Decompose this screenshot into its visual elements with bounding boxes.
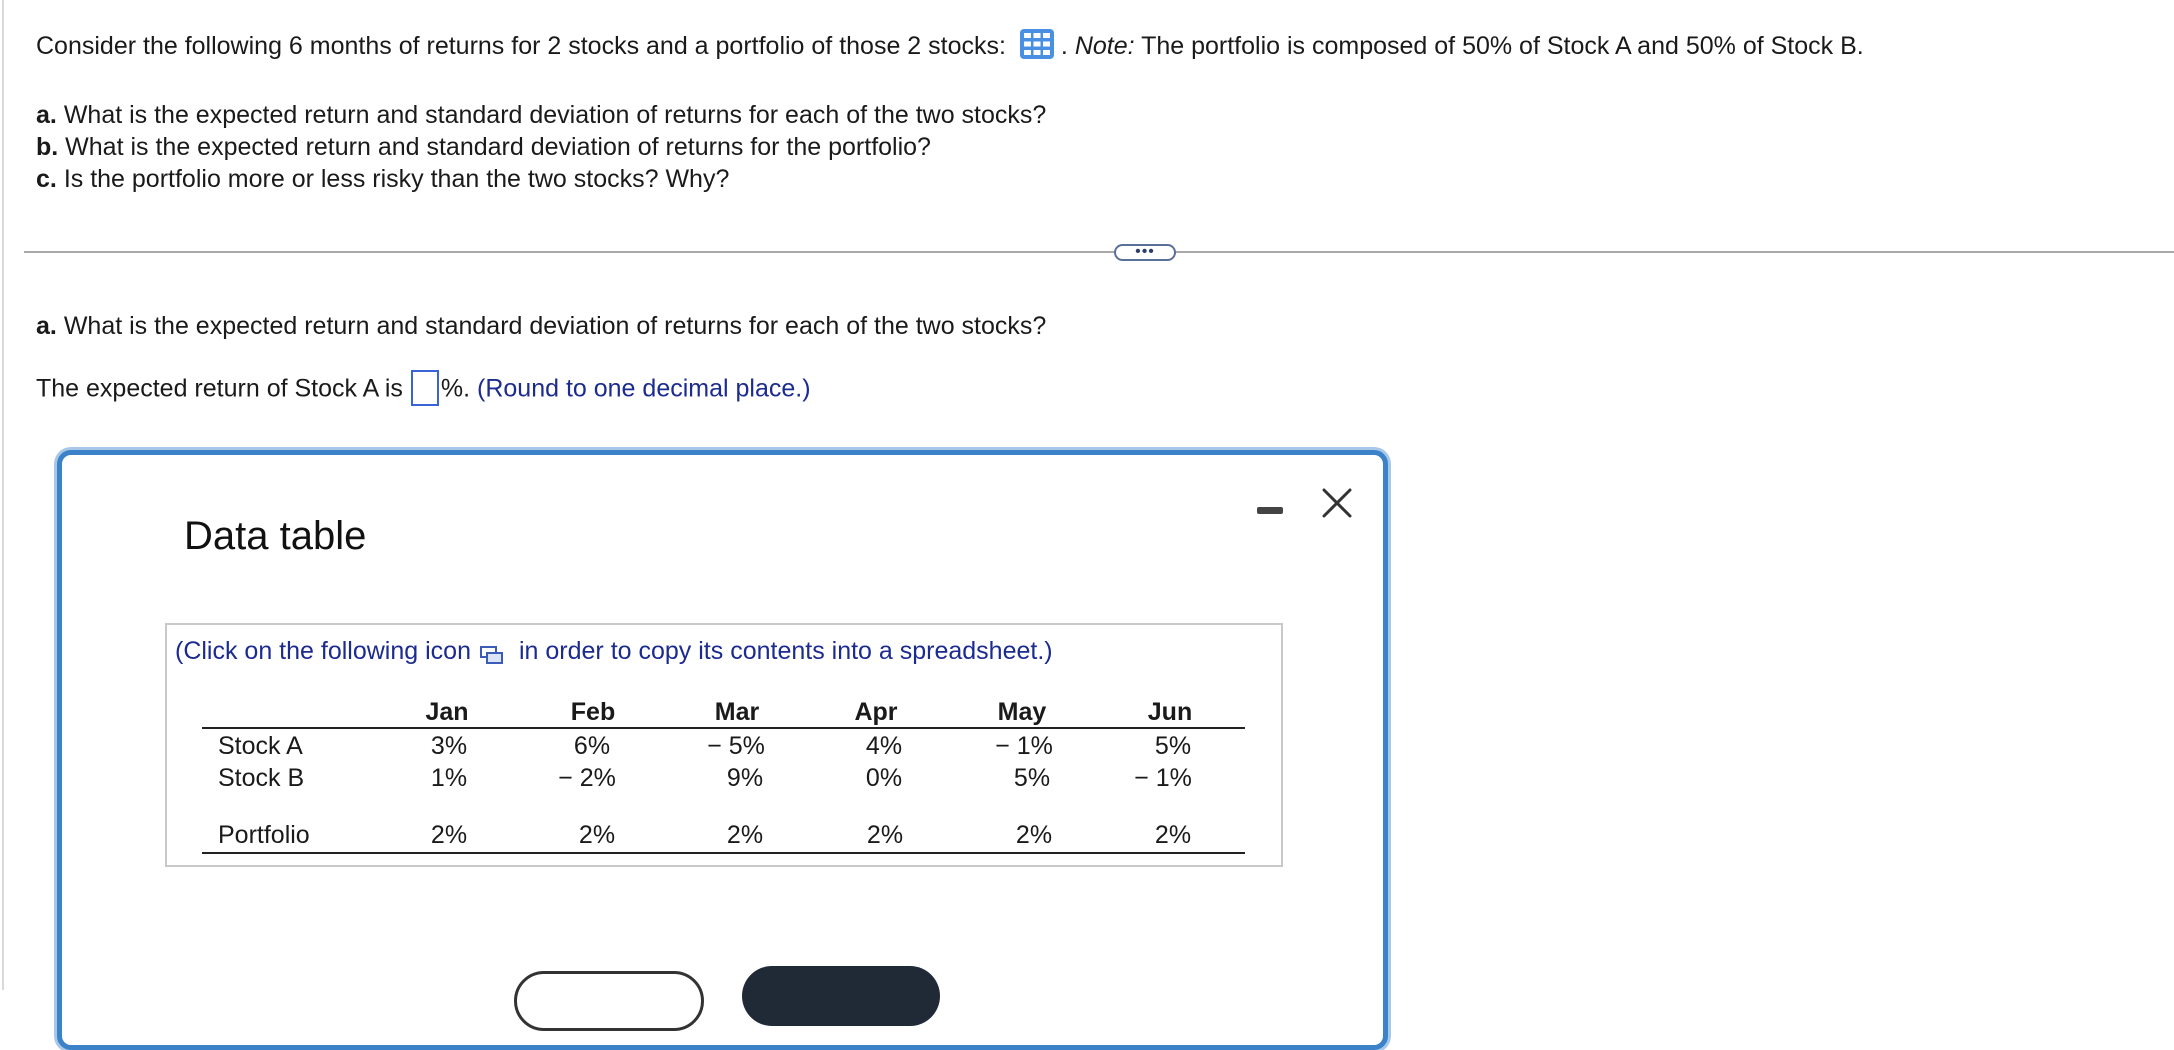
column-header: Mar bbox=[714, 698, 760, 726]
table-cell: − 1% bbox=[995, 732, 1053, 760]
question-c: c. Is the portfolio more or less risky t… bbox=[36, 163, 729, 195]
column-header: Jan bbox=[425, 698, 469, 726]
part-a-heading: a. What is the expected return and stand… bbox=[36, 310, 1046, 342]
problem-intro-line: Consider the following 6 months of retur… bbox=[36, 28, 1864, 63]
done-button[interactable] bbox=[742, 966, 940, 1026]
question-text: What is the expected return and standard… bbox=[65, 133, 931, 161]
question-letter: c. bbox=[36, 165, 57, 193]
expand-more-button[interactable]: ••• bbox=[1114, 244, 1176, 261]
table-cell: 2% bbox=[578, 821, 616, 849]
copy-note-after: in order to copy its contents into a spr… bbox=[518, 637, 1053, 665]
question-text: What is the expected return and standard… bbox=[63, 101, 1047, 129]
table-cell: 5% bbox=[1154, 732, 1192, 760]
close-icon[interactable] bbox=[1321, 487, 1353, 519]
problem-intro: Consider the following 6 months of retur… bbox=[36, 32, 1006, 60]
table-cell: 5% bbox=[1013, 764, 1051, 792]
question-b: b. What is the expected return and stand… bbox=[36, 131, 931, 163]
table-cell: 1% bbox=[430, 764, 468, 792]
expected-return-stock-a-input[interactable] bbox=[410, 370, 439, 406]
table-cell: 2% bbox=[866, 821, 904, 849]
question-letter: b. bbox=[36, 133, 59, 161]
table-cell: 9% bbox=[726, 764, 764, 792]
section-divider bbox=[24, 251, 2174, 253]
table-top-rule bbox=[202, 727, 1245, 729]
data-grid-icon[interactable] bbox=[1019, 28, 1055, 60]
part-letter: a. bbox=[36, 312, 57, 340]
note-text: The portfolio is composed of 50% of Stoc… bbox=[1141, 32, 1864, 60]
question-letter: a. bbox=[36, 101, 57, 129]
table-cell: 2% bbox=[1015, 821, 1053, 849]
print-button[interactable] bbox=[514, 971, 704, 1031]
part-text: What is the expected return and standard… bbox=[63, 312, 1047, 340]
answer-suffix: %. bbox=[440, 374, 471, 403]
table-cell: 6% bbox=[573, 732, 611, 760]
table-cell: 2% bbox=[726, 821, 764, 849]
row-label: Stock B bbox=[218, 764, 305, 792]
table-cell: − 5% bbox=[707, 732, 765, 760]
row-label: Stock A bbox=[218, 732, 303, 760]
table-cell: − 1% bbox=[1134, 764, 1192, 792]
table-cell: − 2% bbox=[558, 764, 616, 792]
column-header: Apr bbox=[854, 698, 898, 726]
table-cell: 2% bbox=[430, 821, 468, 849]
answer-line: The expected return of Stock A is%. (Rou… bbox=[36, 370, 811, 408]
question-text: Is the portfolio more or less risky than… bbox=[63, 165, 730, 193]
question-a: a. What is the expected return and stand… bbox=[36, 99, 1046, 131]
column-header: May bbox=[997, 698, 1047, 726]
column-header: Jun bbox=[1147, 698, 1193, 726]
table-cell: 4% bbox=[865, 732, 903, 760]
dialog-title: Data table bbox=[184, 514, 367, 558]
copy-spreadsheet-icon[interactable] bbox=[479, 641, 505, 665]
answer-prefix: The expected return of Stock A is bbox=[36, 374, 403, 403]
left-edge-rule bbox=[2, 0, 4, 990]
table-cell: 2% bbox=[1154, 821, 1192, 849]
column-header: Feb bbox=[570, 698, 616, 726]
table-cell: 0% bbox=[865, 764, 903, 792]
copy-note-before: (Click on the following icon bbox=[175, 637, 471, 665]
copy-note: (Click on the following icon in order to… bbox=[175, 634, 1053, 668]
note-label: Note: bbox=[1074, 32, 1135, 60]
table-bottom-rule bbox=[202, 852, 1245, 854]
table-cell: 3% bbox=[430, 732, 468, 760]
rounding-hint: (Round to one decimal place.) bbox=[477, 374, 811, 403]
row-label: Portfolio bbox=[218, 821, 310, 849]
minimize-icon[interactable] bbox=[1256, 496, 1284, 524]
